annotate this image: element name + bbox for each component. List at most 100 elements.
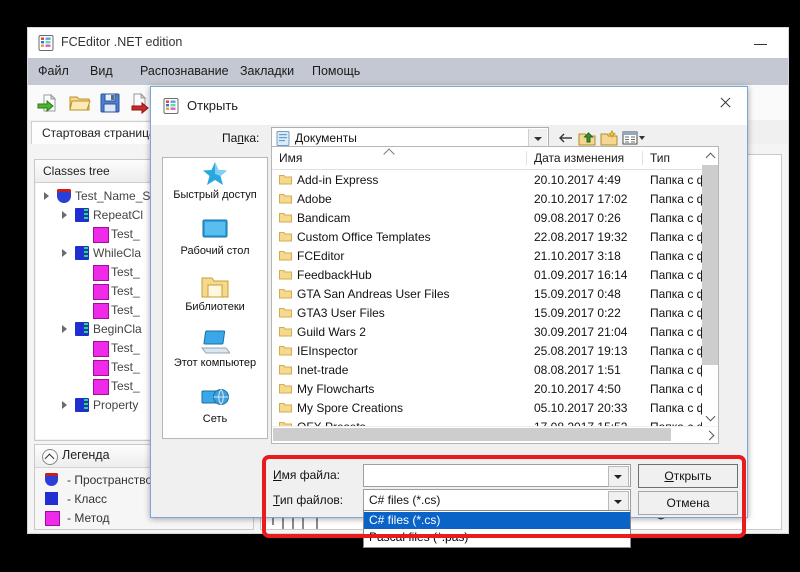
tree-node-label: Test_Name_S [75,189,151,203]
file-name-dropdown-icon[interactable] [608,466,629,487]
file-list-row[interactable]: Adobe 20.10.2017 17:02 Папка с фай [272,190,718,209]
file-list-row[interactable]: IEInspector 25.08.2017 19:13 Папка с фай [272,342,718,361]
menu-item-2[interactable]: Распознавание [140,64,229,78]
horizontal-scroll-thumb[interactable] [273,428,671,441]
open-folder-icon[interactable] [68,91,92,115]
file-list-row[interactable]: Add-in Express 20.10.2017 4:49 Папка с фай [272,171,718,190]
app-grid-icon [38,35,54,51]
file-list-vertical-scrollbar[interactable] [702,147,718,427]
documents-folder-icon [276,131,290,146]
app-grid-icon [163,98,179,114]
chevron-up-icon[interactable] [42,449,58,465]
file-name-cell: My Flowcharts [297,382,375,396]
column-header-0[interactable]: Имя [279,151,302,165]
file-name-cell: Adobe [297,192,332,206]
place-item-1[interactable]: Рабочий стол [163,214,267,270]
minimize-button[interactable] [746,28,776,58]
quick-access-star-icon [203,162,227,185]
place-item-4[interactable]: Сеть [163,382,267,438]
place-item-label: Быстрый доступ [173,189,257,201]
column-divider [526,151,527,165]
chevron-right-icon[interactable] [62,401,67,409]
menu-item-1[interactable]: Вид [90,64,113,78]
file-type-option-0[interactable]: C# files (*.cs) [364,512,630,529]
file-list-row[interactable]: GTA3 User Files 15.09.2017 0:22 Папка с фа… [272,304,718,323]
folder-icon [279,270,292,280]
tree-node[interactable]: RepeatCl [36,206,143,224]
folder-icon [279,403,292,413]
new-folder-icon[interactable] [600,129,618,147]
file-list-row[interactable]: Custom Office Templates 22.08.2017 19:32 П… [272,228,718,247]
tree-node-label: RepeatCl [93,208,144,222]
save-disk-icon[interactable] [98,91,122,115]
chevron-right-icon[interactable] [62,325,67,333]
menu-item-0[interactable]: Файл [38,64,69,78]
chevron-right-icon[interactable] [62,211,67,219]
file-type-value: C# files (*.cs) [369,493,441,507]
scroll-up-icon[interactable] [702,147,718,163]
file-date-cell: 22.08.2017 19:32 [534,230,628,244]
file-list-row[interactable]: Inet-trade 08.08.2017 1:51 Папка с фай [272,361,718,380]
folder-icon [279,251,292,261]
new-document-icon[interactable] [36,91,60,115]
close-icon[interactable] [703,87,747,119]
scroll-right-icon[interactable] [702,427,718,443]
file-list-row[interactable]: My Spore Creations 05.10.2017 20:33 Папка … [272,399,718,418]
back-arrow-icon[interactable] [557,129,575,147]
place-item-2[interactable]: Библиотеки [163,270,267,326]
menu-bar: Файл Вид Распознавание Закладки Помощь [28,58,788,86]
file-type-label: Тип файлов: [273,493,344,507]
file-name-input[interactable] [363,464,631,487]
chevron-right-icon[interactable] [44,192,49,200]
file-type-option-1[interactable]: Pascal files (*.pas) [364,529,630,546]
folder-icon [279,194,292,204]
class-icon [75,322,89,336]
file-name-cell: My Spore Creations [297,401,404,415]
tree-node[interactable]: WhileCla [36,244,141,262]
tab-start-page[interactable]: Стартовая страница [31,121,167,144]
file-type-dropdown-icon[interactable] [608,491,629,512]
file-name-cell: GTA3 User Files [297,306,385,320]
scroll-down-icon[interactable] [702,409,718,425]
file-type-dropdown-list[interactable]: C# files (*.cs) Pascal files (*.pas) [363,510,631,548]
file-list[interactable]: Имя Дата изменения Тип Add-in Express 20.10… [271,146,719,444]
menu-item-4[interactable]: Помощь [312,64,360,78]
open-button[interactable]: Открыть [638,464,738,488]
vertical-scroll-thumb[interactable] [702,165,718,365]
file-list-row[interactable]: My Flowcharts 20.10.2017 4:50 Папка с фай [272,380,718,399]
folder-icon [279,213,292,223]
file-date-cell: 15.09.2017 0:48 [534,287,621,301]
tree-node[interactable]: Property [36,396,138,414]
tree-node[interactable]: BeginCla [36,320,142,338]
class-swatch [45,492,58,505]
file-list-horizontal-scrollbar[interactable] [272,426,718,443]
place-item-label: Библиотеки [185,301,245,313]
cancel-button[interactable]: Отмена [638,491,738,515]
file-type-combo[interactable]: C# files (*.cs) [363,489,631,512]
folder-icon [279,365,292,375]
class-icon [75,246,89,260]
place-item-3[interactable]: Этот компьютер [163,326,267,382]
column-divider [642,151,643,165]
file-name-cell: Custom Office Templates [297,230,431,244]
file-list-row[interactable]: GTA San Andreas User Files 15.09.2017 0:4… [272,285,718,304]
file-list-row[interactable]: Guild Wars 2 30.09.2017 21:04 Папка с фай [272,323,718,342]
chevron-right-icon[interactable] [62,249,67,257]
views-dropdown-icon[interactable] [622,129,646,147]
menu-item-3[interactable]: Закладки [240,64,294,78]
file-list-row[interactable]: FeedbackHub 01.09.2017 16:14 Папка с фай [272,266,718,285]
column-header-1[interactable]: Дата изменения [534,151,624,165]
folder-icon [279,384,292,394]
export-icon[interactable] [128,91,152,115]
method-icon [93,284,109,300]
up-folder-icon[interactable] [578,129,596,147]
legend-title: Легенда [62,448,110,462]
column-header-2[interactable]: Тип [650,151,670,165]
place-item-0[interactable]: Быстрый доступ [163,158,267,214]
app-title-bar: FCEditor .NET edition [28,28,788,58]
file-list-row[interactable]: FCEditor 21.10.2017 3:18 Папка с фай [272,247,718,266]
folder-icon [279,327,292,337]
file-list-row[interactable]: Bandicam 09.08.2017 0:26 Папка с фай [272,209,718,228]
legend-item-label: - Метод [67,511,110,525]
file-list-header: Имя Дата изменения Тип [272,147,718,170]
